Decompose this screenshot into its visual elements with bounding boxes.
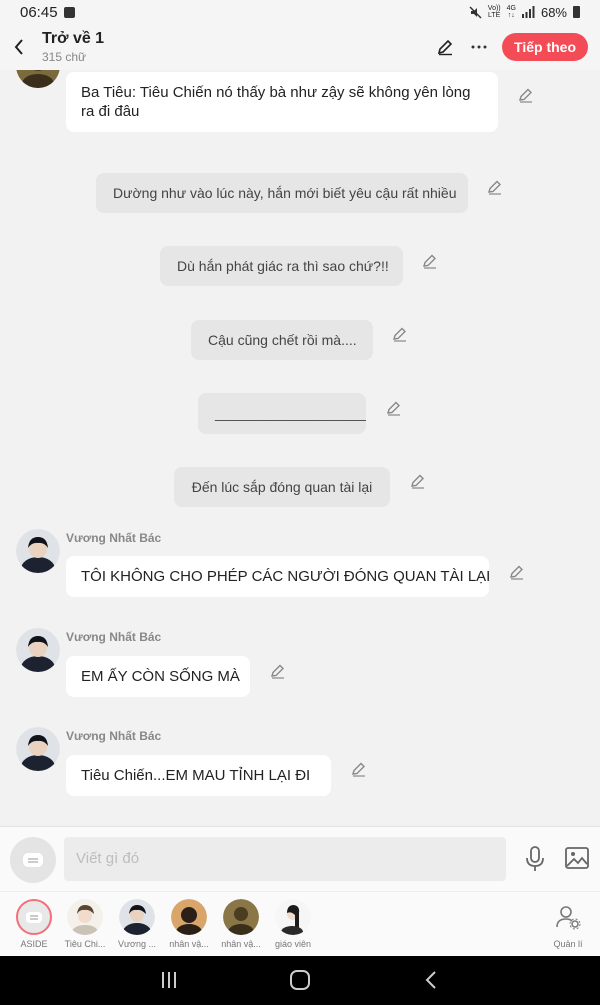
pencil-icon[interactable] (508, 563, 526, 581)
avatar (119, 899, 155, 935)
manage-icon-wrap (550, 899, 586, 935)
roster-character[interactable]: nhân vậ... (166, 899, 212, 949)
recent-apps-button[interactable] (160, 970, 178, 995)
status-time: 06:45 (20, 3, 58, 21)
pencil-icon[interactable] (486, 178, 504, 196)
character-bubble[interactable]: Tiêu Chiến...EM MAU TỈNH LẠI ĐI (66, 755, 331, 796)
avatar (171, 899, 207, 935)
image-button[interactable] (565, 847, 589, 874)
character-roster: ASIDE Tiêu Chi... Vương ... nhân vậ... n… (0, 891, 600, 956)
more-button[interactable] (468, 36, 490, 58)
roster-aside[interactable]: ASIDE (11, 899, 57, 949)
narration-bubble[interactable]: Cậu cũng chết rồi mà.... (191, 320, 373, 360)
aside-icon (26, 911, 42, 923)
character-bubble[interactable]: TÔI KHÔNG CHO PHÉP CÁC NGƯỜI ĐÓNG QUAN T… (66, 556, 490, 597)
message-input[interactable]: Viết gì đó (64, 837, 506, 881)
aside-toggle-button[interactable] (10, 837, 56, 883)
aside-avatar (16, 899, 52, 935)
pencil-icon[interactable] (385, 399, 403, 417)
pencil-icon[interactable] (421, 252, 439, 270)
narration-bubble[interactable]: ____________________ (198, 393, 366, 434)
back-nav-button[interactable] (424, 970, 438, 995)
avatar (275, 899, 311, 935)
roster-character[interactable]: Tiêu Chi... (62, 899, 108, 949)
status-icons: Vo)) LTE 4G ↑↓ 68% (469, 5, 580, 20)
back-icon (425, 971, 436, 989)
pencil-icon[interactable] (269, 662, 287, 680)
manage-button[interactable]: Quản lí (545, 899, 591, 949)
volte-indicator: Vo)) LTE (487, 5, 501, 19)
follow-button[interactable]: Tiếp theo (502, 33, 588, 61)
home-icon (290, 970, 310, 990)
avatar[interactable] (16, 529, 60, 573)
home-button[interactable] (289, 970, 311, 995)
header-actions: Tiếp theo (434, 33, 588, 61)
roster-character[interactable]: giáo viên (270, 899, 316, 949)
pencil-icon[interactable] (409, 472, 427, 490)
character-bubble[interactable]: EM ẤY CÒN SỐNG MÀ (66, 656, 250, 697)
back-button[interactable] (2, 24, 36, 70)
header: Trở về 1 315 chữ Tiếp theo (0, 24, 600, 70)
avatar (67, 899, 103, 935)
image-icon (565, 847, 589, 869)
narration-bubble[interactable]: Dường như vào lúc này, hắn mới biết yêu … (96, 173, 468, 213)
signal-icon (521, 6, 535, 18)
narration-bubble[interactable]: Đến lúc sắp đóng quan tài lại (174, 467, 390, 507)
pencil-icon[interactable] (350, 760, 368, 778)
chevron-left-icon (14, 39, 23, 55)
mute-icon (469, 5, 482, 19)
pencil-icon[interactable] (391, 325, 409, 343)
lte-indicator: 4G ↑↓ (506, 5, 516, 19)
avatar[interactable] (16, 70, 60, 88)
avatar[interactable] (16, 628, 60, 672)
edit-button[interactable] (434, 36, 456, 58)
user-gear-icon (556, 906, 581, 930)
header-titles: Trở về 1 315 chữ (42, 30, 104, 64)
pencil-icon (437, 39, 453, 56)
story-title: Trở về 1 (42, 30, 105, 47)
speaker-name: Vương Nhất Bác (66, 630, 162, 644)
more-icon (471, 45, 487, 49)
composer: Viết gì đó (0, 826, 600, 891)
chat-area[interactable]: Ba Tiêu: Tiêu Chiến nó thấy bà như zậy s… (0, 70, 600, 826)
narration-bubble[interactable]: Dù hắn phát giác ra thì sao chứ?!! (160, 246, 403, 286)
speaker-name: Vương Nhất Bác (66, 531, 162, 545)
avatar[interactable] (16, 727, 60, 771)
word-count: 315 chữ (42, 50, 87, 64)
aside-icon (23, 853, 43, 867)
battery-icon (573, 6, 580, 18)
mic-button[interactable] (524, 846, 546, 877)
system-nav-bar (0, 956, 600, 1005)
speaker-name: Vương Nhất Bác (66, 729, 162, 743)
character-bubble[interactable]: Ba Tiêu: Tiêu Chiến nó thấy bà như zậy s… (66, 72, 498, 132)
roster-character[interactable]: nhân vậ... (218, 899, 264, 949)
avatar (223, 899, 259, 935)
pencil-icon[interactable] (517, 86, 535, 104)
recents-icon (162, 972, 176, 988)
roster-character[interactable]: Vương ... (114, 899, 160, 949)
mic-icon (526, 846, 544, 871)
notification-icon (63, 6, 75, 18)
status-bar: 06:45 Vo)) LTE 4G ↑↓ 68% (0, 0, 600, 24)
battery-percent: 68% (540, 4, 567, 20)
